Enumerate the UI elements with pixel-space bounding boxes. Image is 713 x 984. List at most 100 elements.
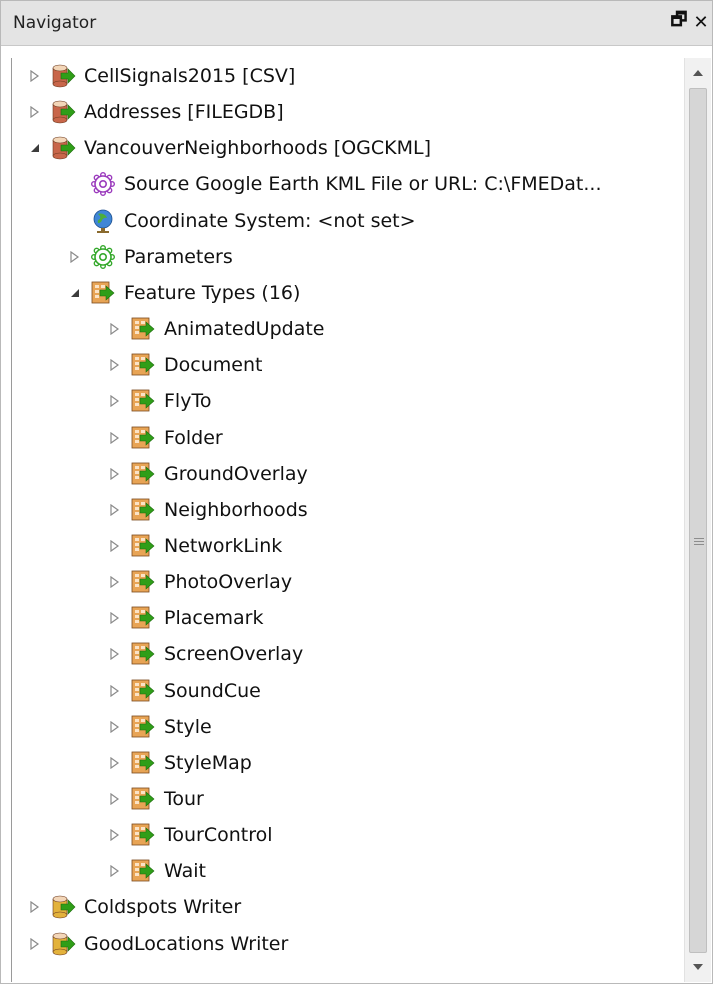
tree-item[interactable]: Placemark bbox=[108, 600, 263, 636]
feature-type-icon bbox=[130, 605, 156, 631]
feature-type-icon bbox=[130, 533, 156, 559]
tree-item[interactable]: TourControl bbox=[108, 817, 273, 853]
feature-type-icon bbox=[130, 750, 156, 776]
tree-item[interactable]: Source Google Earth KML File or URL: C:\… bbox=[68, 166, 602, 202]
expand-arrow-icon[interactable] bbox=[28, 69, 42, 83]
writer-database-icon bbox=[50, 931, 76, 957]
tree-item-label: ScreenOverlay bbox=[164, 643, 304, 666]
expand-arrow-icon[interactable] bbox=[108, 394, 122, 408]
collapse-arrow-icon[interactable] bbox=[68, 286, 82, 300]
tree-item-label: VancouverNeighborhoods [OGCKML] bbox=[84, 137, 432, 160]
tree-item[interactable]: Folder bbox=[108, 420, 223, 456]
tree-item[interactable]: NetworkLink bbox=[108, 528, 282, 564]
tree-item-label: GroundOverlay bbox=[164, 462, 308, 485]
tree-item[interactable]: Addresses [FILEGDB] bbox=[28, 94, 284, 130]
tree-item-label: AnimatedUpdate bbox=[164, 318, 325, 341]
expand-arrow-icon[interactable] bbox=[108, 575, 122, 589]
no-expander bbox=[68, 177, 82, 191]
feature-type-icon bbox=[130, 858, 156, 884]
scrollbar-thumb[interactable] bbox=[689, 88, 707, 953]
navigator-panel: Navigator 🗗 ✕ CellSignals2015 [CSV] Addre… bbox=[0, 0, 713, 984]
writer-database-icon bbox=[50, 894, 76, 920]
tree-item[interactable]: ScreenOverlay bbox=[108, 636, 303, 672]
feature-type-icon bbox=[130, 569, 156, 595]
reader-database-icon bbox=[50, 63, 76, 89]
feature-type-icon bbox=[130, 678, 156, 704]
tree-item-label: NetworkLink bbox=[164, 534, 283, 557]
scroll-down-icon[interactable] bbox=[685, 954, 711, 980]
expand-arrow-icon[interactable] bbox=[28, 900, 42, 914]
panel-title: Navigator bbox=[13, 13, 97, 33]
expand-arrow-icon[interactable] bbox=[108, 358, 122, 372]
tree-item[interactable]: GoodLocations Writer bbox=[28, 926, 288, 962]
expand-arrow-icon[interactable] bbox=[108, 467, 122, 481]
expand-arrow-icon[interactable] bbox=[108, 503, 122, 517]
gear-purple-icon bbox=[90, 171, 116, 197]
reader-database-icon bbox=[50, 135, 76, 161]
globe-icon bbox=[90, 208, 116, 234]
tree-item-label: Feature Types (16) bbox=[124, 281, 301, 304]
tree-item-label: Source Google Earth KML File or URL: C:\… bbox=[124, 173, 602, 196]
tree-item[interactable]: Neighborhoods bbox=[108, 492, 308, 528]
expand-arrow-icon[interactable] bbox=[108, 756, 122, 770]
tree-item[interactable]: StyleMap bbox=[108, 745, 252, 781]
tree-item[interactable]: Style bbox=[108, 709, 212, 745]
scrollbar-grip-icon bbox=[694, 536, 704, 547]
feature-type-icon bbox=[130, 461, 156, 487]
tree-item-label: Coldspots Writer bbox=[84, 896, 242, 919]
panel-titlebar: Navigator 🗗 ✕ bbox=[1, 1, 712, 46]
tree-item-label: CellSignals2015 [CSV] bbox=[84, 65, 296, 87]
tree-item[interactable]: AnimatedUpdate bbox=[108, 311, 324, 347]
expand-arrow-icon[interactable] bbox=[108, 647, 122, 661]
gear-green-icon bbox=[90, 244, 116, 270]
feature-type-icon bbox=[130, 425, 156, 451]
expand-arrow-icon[interactable] bbox=[108, 431, 122, 445]
expand-arrow-icon[interactable] bbox=[108, 539, 122, 553]
tree-item-label: GoodLocations Writer bbox=[84, 932, 289, 955]
tree-item[interactable]: Feature Types (16) bbox=[68, 275, 300, 311]
expand-arrow-icon[interactable] bbox=[28, 105, 42, 119]
tree-item-label: Parameters bbox=[124, 245, 233, 268]
expand-arrow-icon[interactable] bbox=[28, 937, 42, 951]
tree-item[interactable]: PhotoOverlay bbox=[108, 564, 292, 600]
tree-item-label: TourControl bbox=[164, 824, 273, 847]
expand-arrow-icon[interactable] bbox=[108, 828, 122, 842]
feature-type-icon bbox=[130, 388, 156, 414]
tree-item-label: Wait bbox=[164, 860, 206, 883]
tree-item[interactable]: GroundOverlay bbox=[108, 456, 308, 492]
tree-item[interactable]: Tour bbox=[108, 781, 204, 817]
tree-item-label: StyleMap bbox=[164, 751, 252, 774]
tree-item-label: Coordinate System: <not set> bbox=[124, 209, 416, 232]
tree-item[interactable]: Document bbox=[108, 347, 262, 383]
feature-types-icon bbox=[90, 280, 116, 306]
tree-item[interactable]: CellSignals2015 [CSV] bbox=[28, 58, 295, 94]
tree-item-label: Style bbox=[164, 715, 212, 738]
expand-arrow-icon[interactable] bbox=[108, 864, 122, 878]
expand-arrow-icon[interactable] bbox=[108, 684, 122, 698]
expand-arrow-icon[interactable] bbox=[108, 720, 122, 734]
expand-arrow-icon[interactable] bbox=[108, 611, 122, 625]
tree-item[interactable]: Parameters bbox=[68, 239, 233, 275]
expand-arrow-icon[interactable] bbox=[108, 322, 122, 336]
tree-item-label: Placemark bbox=[164, 607, 264, 630]
tree-item-label: Folder bbox=[164, 426, 223, 449]
expand-arrow-icon[interactable] bbox=[68, 250, 82, 264]
tree-item[interactable]: SoundCue bbox=[108, 673, 261, 709]
collapse-arrow-icon[interactable] bbox=[28, 141, 42, 155]
feature-type-icon bbox=[130, 352, 156, 378]
tree-item[interactable]: Wait bbox=[108, 853, 206, 889]
tree-item[interactable]: Coldspots Writer bbox=[28, 889, 241, 925]
tree-item[interactable]: VancouverNeighborhoods [OGCKML] bbox=[28, 130, 431, 166]
feature-type-icon bbox=[130, 641, 156, 667]
float-window-icon[interactable]: 🗗 bbox=[669, 9, 689, 35]
tree-item[interactable]: FlyTo bbox=[108, 383, 211, 419]
reader-database-icon bbox=[50, 99, 76, 125]
scroll-up-icon[interactable] bbox=[685, 60, 711, 86]
expand-arrow-icon[interactable] bbox=[108, 792, 122, 806]
tree-item-label: PhotoOverlay bbox=[164, 571, 293, 594]
vertical-scrollbar[interactable] bbox=[684, 58, 711, 982]
tree-item[interactable]: Coordinate System: <not set> bbox=[68, 203, 416, 239]
close-icon[interactable]: ✕ bbox=[691, 9, 711, 35]
tree-item-label: SoundCue bbox=[164, 679, 261, 702]
tree-item-label: Addresses [FILEGDB] bbox=[84, 101, 284, 124]
